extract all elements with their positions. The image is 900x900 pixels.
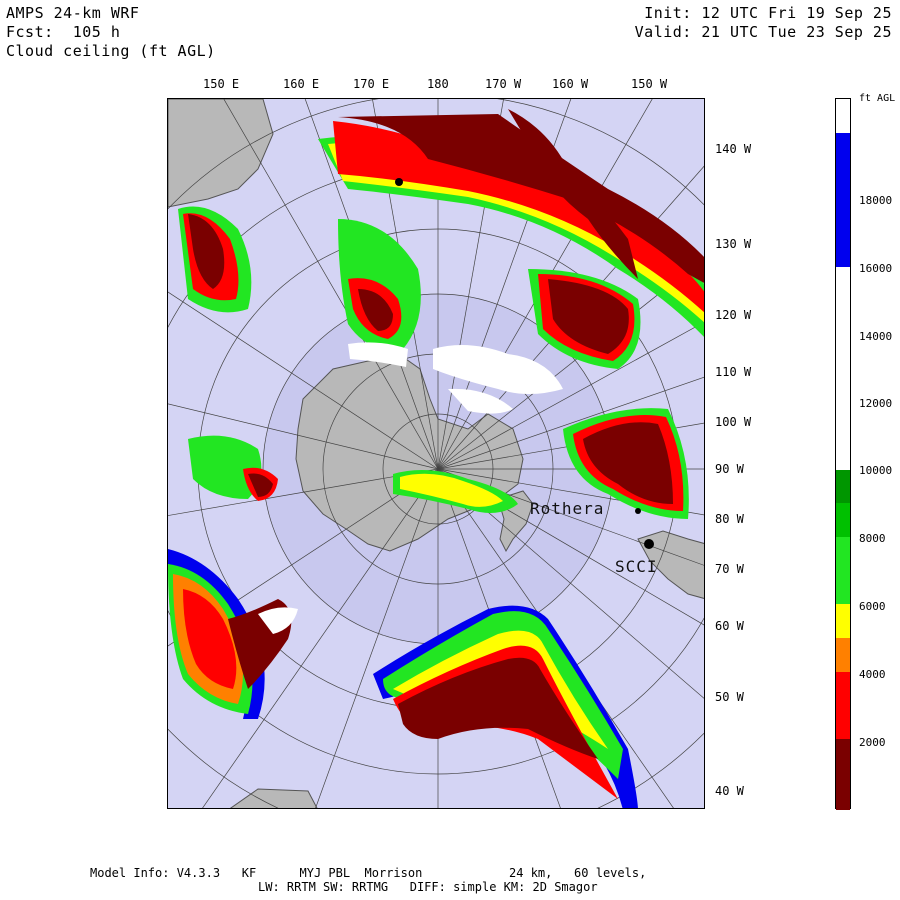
colorbar-band-green: [836, 503, 850, 537]
forecast-hour: Fcst: 105 h: [6, 23, 121, 41]
legend-unit: ft AGL: [859, 93, 896, 104]
station-marker: [395, 178, 403, 186]
colorbar: [835, 98, 851, 810]
colorbar-label: 8000: [859, 532, 886, 545]
lon-label-top: 160 E: [283, 77, 320, 91]
lon-label-top: 160 W: [552, 77, 589, 91]
lon-label-right: 80 W: [715, 512, 744, 526]
colorbar-label: 14000: [859, 330, 893, 343]
colorbar-band-light-green: [836, 537, 850, 604]
header-right: Init: 12 UTC Fri 19 Sep 25 Valid: 21 UTC …: [635, 4, 892, 42]
lon-label-top: 150 E: [203, 77, 240, 91]
lon-label-right: 140 W: [715, 142, 752, 156]
lon-label-right: 100 W: [715, 415, 752, 429]
lon-label-top: 170 E: [353, 77, 390, 91]
colorbar-band-blue: [836, 133, 850, 267]
lon-label-right: 70 W: [715, 562, 744, 576]
lon-label-right: 60 W: [715, 619, 744, 633]
colorbar-label: 6000: [859, 600, 886, 613]
colorbar-label: 4000: [859, 668, 886, 681]
init-time: Init: 12 UTC Fri 19 Sep 25: [644, 4, 892, 22]
station-marker-scci: [644, 539, 654, 549]
colorbar-band-dark-red: [836, 739, 850, 810]
lon-label-right: 50 W: [715, 690, 744, 704]
lon-label-top: 150 W: [631, 77, 668, 91]
map-panel: Rothera SCCI: [167, 98, 705, 809]
lon-label-right: 120 W: [715, 308, 752, 322]
colorbar-band-yellow: [836, 604, 850, 638]
station-marker-rothera: [635, 508, 641, 514]
header-left: AMPS 24-km WRF Fcst: 105 h Cloud ceiling (…: [6, 4, 216, 61]
colorbar-label: 10000: [859, 464, 893, 477]
lon-label-top: 180: [427, 77, 449, 91]
colorbar-label: 2000: [859, 736, 886, 749]
lon-label-right: 90 W: [715, 462, 744, 476]
lon-label-right: 110 W: [715, 365, 752, 379]
station-label-scci: SCCI: [615, 557, 658, 576]
colorbar-band-dark-green: [836, 470, 850, 503]
model-title: AMPS 24-km WRF: [6, 4, 140, 22]
colorbar-band-white: [836, 267, 850, 470]
lon-label-top: 170 W: [485, 77, 522, 91]
cloud-ceiling-map: [168, 99, 704, 808]
lon-label-right: 40 W: [715, 784, 744, 798]
colorbar-band-orange: [836, 638, 850, 672]
colorbar-label: 12000: [859, 397, 893, 410]
colorbar-label: 18000: [859, 194, 893, 207]
colorbar-label: 16000: [859, 262, 893, 275]
colorbar-band-red: [836, 672, 850, 739]
valid-time: Valid: 21 UTC Tue 23 Sep 25: [634, 23, 892, 41]
model-info-line1: Model Info: V4.3.3 KF MYJ PBL Morrison 2…: [90, 866, 647, 880]
station-label-rothera: Rothera: [530, 499, 605, 518]
colorbar-band-white-top: [836, 99, 850, 133]
lon-label-right: 130 W: [715, 237, 752, 251]
model-info-line2: LW: RRTM SW: RRTMG DIFF: simple KM: 2D S…: [258, 880, 598, 894]
field-name: Cloud ceiling (ft AGL): [6, 42, 216, 60]
